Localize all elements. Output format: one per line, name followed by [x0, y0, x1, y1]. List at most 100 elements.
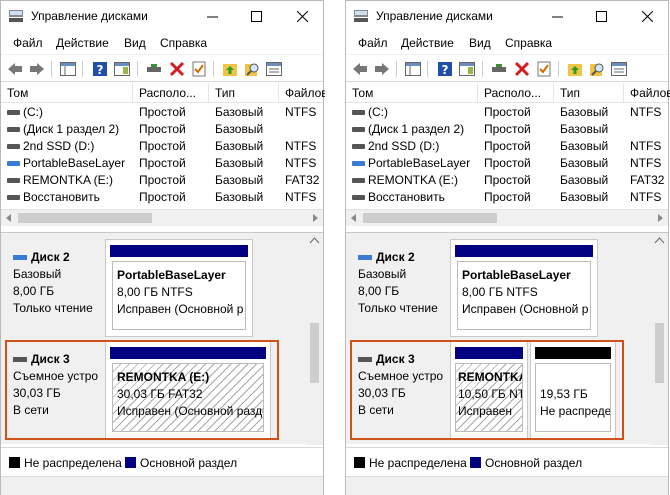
- highlight-frame: [5, 340, 279, 440]
- disk-2-row: Диск 2 Базовый 8,00 ГБ Только чтение Por…: [5, 239, 305, 337]
- menu-view[interactable]: Вид: [124, 36, 146, 50]
- menu-file[interactable]: Файл: [13, 36, 43, 50]
- check-button[interactable]: [190, 60, 208, 78]
- volume-row[interactable]: REMONTKA (E:) Простой Базовый FAT32: [1, 172, 323, 189]
- search-button[interactable]: [588, 60, 606, 78]
- vertical-scrollbar[interactable]: [306, 233, 323, 445]
- column-header-layout[interactable]: Располо...: [133, 83, 209, 103]
- back-button[interactable]: [351, 60, 369, 78]
- column-header-type[interactable]: Тип: [554, 83, 624, 103]
- svg-text:?: ?: [442, 63, 449, 77]
- connect-drive-icon: [147, 64, 161, 72]
- search-button[interactable]: [243, 60, 261, 78]
- volume-row[interactable]: (Диск 1 раздел 2) Простой Базовый: [346, 121, 668, 138]
- close-button[interactable]: [636, 5, 658, 27]
- properties-pane-button[interactable]: [113, 60, 131, 78]
- minimize-button[interactable]: [201, 5, 223, 27]
- check-button[interactable]: [535, 60, 553, 78]
- scroll-right-arrow[interactable]: [658, 214, 663, 222]
- legend-bar: Не распределена Основной раздел: [1, 447, 323, 475]
- volume-row[interactable]: 2nd SSD (D:) Простой Базовый NTFS: [1, 138, 323, 155]
- scroll-thumb[interactable]: [655, 323, 664, 383]
- column-header-layout[interactable]: Располо...: [478, 83, 554, 103]
- search-icon: [245, 63, 259, 76]
- legend-primary: Основной раздел: [125, 456, 237, 470]
- delete-button[interactable]: [168, 60, 186, 78]
- column-header-volume[interactable]: Том: [346, 83, 478, 103]
- scroll-up-arrow[interactable]: [651, 235, 668, 247]
- disk-2-partition[interactable]: PortableBaseLayer 8,00 ГБ NTFS Исправен …: [105, 239, 253, 337]
- list-view-button[interactable]: [265, 60, 283, 78]
- vertical-scrollbar[interactable]: [651, 233, 668, 445]
- help-button[interactable]: ?: [436, 60, 454, 78]
- maximize-button[interactable]: [245, 5, 267, 27]
- column-header-filesystem[interactable]: Файловая: [279, 83, 325, 103]
- minimize-icon: [206, 16, 218, 17]
- forward-button[interactable]: [373, 60, 391, 78]
- column-header-filesystem[interactable]: Файловая: [624, 83, 670, 103]
- volume-row[interactable]: Восстановить Простой Базовый NTFS: [346, 189, 668, 206]
- new-folder-button[interactable]: [566, 60, 584, 78]
- highlight-frame: [350, 340, 624, 440]
- menu-view[interactable]: Вид: [469, 36, 491, 50]
- scroll-left-arrow[interactable]: [6, 214, 11, 222]
- menu-help[interactable]: Справка: [160, 36, 207, 50]
- volume-name: Восстановить: [368, 190, 445, 204]
- delete-button[interactable]: [513, 60, 531, 78]
- disk-2-partition[interactable]: PortableBaseLayer 8,00 ГБ NTFS Исправен …: [450, 239, 598, 337]
- menu-action[interactable]: Действие: [56, 36, 109, 50]
- forward-arrow-icon: [375, 63, 389, 75]
- menu-file[interactable]: Файл: [358, 36, 388, 50]
- connect-button[interactable]: [490, 60, 508, 78]
- scroll-thumb[interactable]: [363, 213, 497, 223]
- properties-pane-button[interactable]: [458, 60, 476, 78]
- disk-2-info[interactable]: Диск 2 Базовый 8,00 ГБ Только чтение: [5, 239, 103, 337]
- volume-row[interactable]: PortableBaseLayer Простой Базовый NTFS: [1, 155, 323, 172]
- volume-row[interactable]: (C:) Простой Базовый NTFS: [1, 104, 323, 121]
- volume-type: Базовый: [215, 190, 264, 204]
- volume-layout: Простой: [139, 139, 186, 153]
- volume-row[interactable]: REMONTKA (E:) Простой Базовый FAT32: [346, 172, 668, 189]
- disk-management-window-left: Управление дисками Файл Действие Вид Спр…: [0, 0, 325, 495]
- back-button[interactable]: [6, 60, 24, 78]
- scroll-up-arrow[interactable]: [306, 235, 323, 247]
- disk-icon: [7, 110, 20, 115]
- volume-row[interactable]: Восстановить Простой Базовый NTFS: [1, 189, 323, 206]
- horizontal-scrollbar[interactable]: [346, 209, 668, 226]
- primary-partition-bar: [455, 245, 593, 257]
- column-header-type[interactable]: Тип: [209, 83, 279, 103]
- scroll-right-arrow[interactable]: [313, 214, 318, 222]
- minimize-button[interactable]: [546, 5, 568, 27]
- connect-button[interactable]: [145, 60, 163, 78]
- disk-2-info[interactable]: Диск 2 Базовый 8,00 ГБ Только чтение: [350, 239, 448, 337]
- scroll-left-arrow[interactable]: [351, 214, 356, 222]
- horizontal-scrollbar[interactable]: [1, 209, 323, 226]
- menu-help[interactable]: Справка: [505, 36, 552, 50]
- scroll-thumb[interactable]: [310, 323, 319, 383]
- new-folder-button[interactable]: [221, 60, 239, 78]
- volume-name: REMONTKA (E:): [368, 173, 459, 187]
- close-button[interactable]: [291, 5, 313, 27]
- menu-action[interactable]: Действие: [401, 36, 454, 50]
- toolbar: ?: [346, 54, 668, 82]
- forward-button[interactable]: [28, 60, 46, 78]
- volume-filesystem: NTFS: [285, 156, 317, 170]
- toolbar-separator: [51, 61, 52, 77]
- column-header-volume[interactable]: Том: [1, 83, 133, 103]
- volume-filesystem: NTFS: [630, 190, 662, 204]
- virtual-disk-icon: [7, 161, 20, 166]
- console-tree-button[interactable]: [404, 60, 422, 78]
- volume-row[interactable]: PortableBaseLayer Простой Базовый NTFS: [346, 155, 668, 172]
- disk-icon: [352, 195, 365, 200]
- console-tree-button[interactable]: [59, 60, 77, 78]
- help-icon: ?: [438, 62, 452, 77]
- volume-row[interactable]: 2nd SSD (D:) Простой Базовый NTFS: [346, 138, 668, 155]
- disk-icon: [7, 144, 20, 149]
- list-view-button[interactable]: [610, 60, 628, 78]
- maximize-button[interactable]: [590, 5, 612, 27]
- volume-row[interactable]: (Диск 1 раздел 2) Простой Базовый: [1, 121, 323, 138]
- scroll-thumb[interactable]: [18, 213, 152, 223]
- help-button[interactable]: ?: [91, 60, 109, 78]
- maximize-icon: [250, 10, 262, 22]
- volume-row[interactable]: (C:) Простой Базовый NTFS: [346, 104, 668, 121]
